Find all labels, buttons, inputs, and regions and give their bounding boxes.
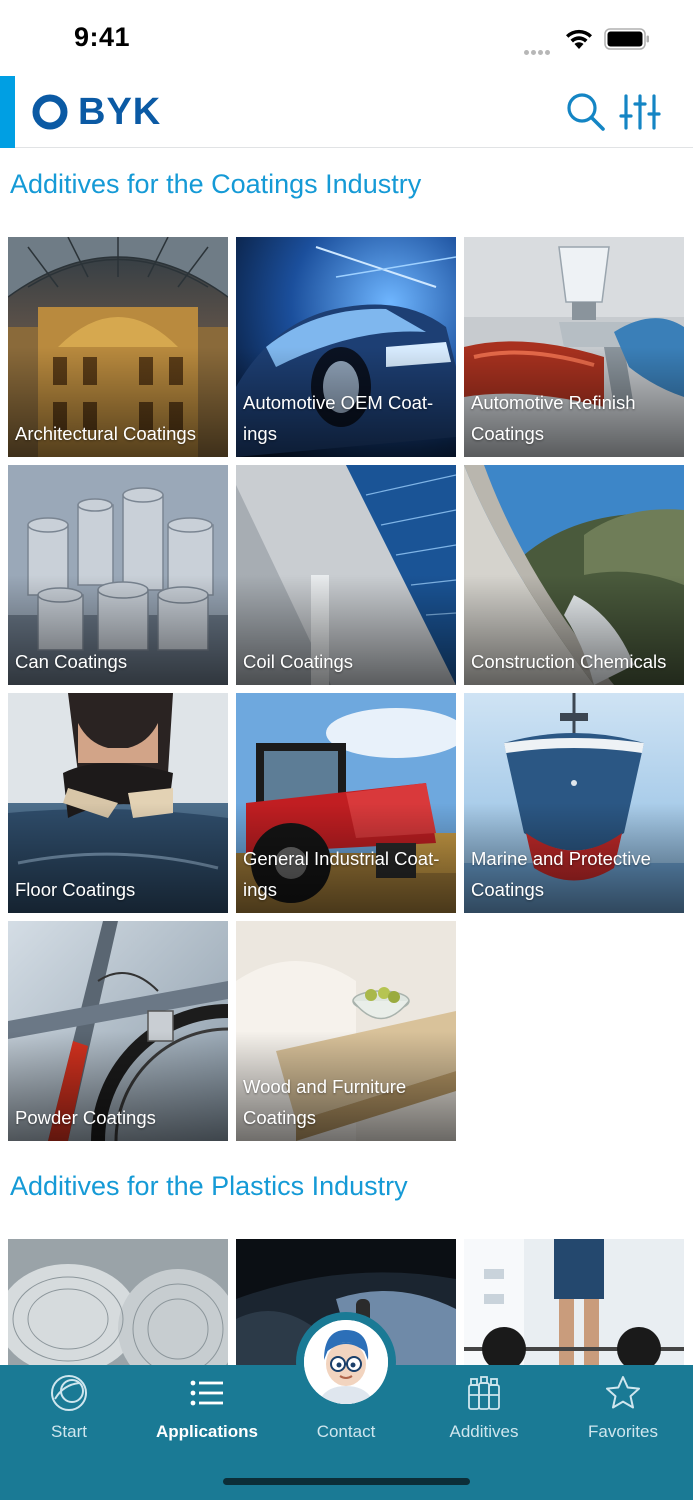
search-button[interactable] [564,90,608,134]
tab-start[interactable]: Start [0,1365,138,1465]
tile-label: Coil Coatings [243,651,354,672]
section-title-coatings: Additives for the Coatings Industry [10,169,422,199]
tile-label: Marine and Protective Coatings [471,848,651,900]
tab-label: Applications [155,1422,258,1441]
tile-architectural-coatings[interactable]: Architectural Coatings [8,237,228,457]
tile-construction-chemicals[interactable]: Construction Chemicals [464,465,684,685]
byk-logo[interactable]: BYK [24,90,162,133]
tab-label: Contact [316,1422,376,1441]
tile-plastics-sports[interactable] [464,1239,684,1365]
battery-icon [604,28,649,50]
tab-favorites[interactable]: Favorites [554,1365,692,1465]
tab-label: Start [51,1422,87,1441]
filter-sliders-icon [619,94,661,130]
tab-label: Additives [449,1422,519,1441]
tile-label: Automotive Refinish Coatings [471,392,636,444]
logo-mark-icon [25,94,68,130]
tile-marine-protective-coatings[interactable]: Marine and Protective Coatings [464,693,684,913]
logo-text: BYK [78,90,162,133]
tile-label: Wood and Furniture Coatings [243,1076,407,1128]
tile-automotive-refinish-coatings[interactable]: Automotive Refinish Coatings [464,237,684,457]
tile-wood-furniture-coatings[interactable]: Wood and Furniture Coatings [236,921,456,1141]
star-icon [606,1376,640,1409]
tab-label: Favorites [588,1422,658,1441]
status-time: 9:41 [74,22,131,52]
tile-general-industrial-coatings[interactable]: General Industrial Coat-ings [236,693,456,913]
tile-label: Architectural Coatings [15,423,196,444]
tile-floor-coatings[interactable]: Floor Coatings [8,693,228,913]
start-icon [51,1375,87,1411]
tile-label: Construction Chemicals [471,651,667,672]
header-accent-bar [0,76,15,148]
home-indicator [223,1478,470,1485]
search-icon [567,93,605,131]
status-bar: 9:41 [0,0,693,76]
filter-button[interactable] [618,90,662,134]
list-icon [190,1380,223,1406]
tile-coil-coatings[interactable]: Coil Coatings [236,465,456,685]
tile-label: Can Coatings [15,651,128,672]
tab-additives[interactable]: Additives [415,1365,553,1465]
tile-label: Automotive OEM Coat-ings [243,392,434,444]
tile-label: Powder Coatings [15,1107,156,1128]
avatar-icon [304,1320,388,1404]
tile-powder-coatings[interactable]: Powder Coatings [8,921,228,1141]
fiber-spools-image-icon [8,1239,228,1365]
section-title-plastics: Additives for the Plastics Industry [10,1171,408,1201]
wifi-icon [566,29,592,49]
gym-image-icon [464,1239,684,1365]
app-header: BYK [0,76,693,148]
tab-applications[interactable]: Applications [138,1365,276,1465]
bottles-icon [468,1376,500,1410]
signal-icon [524,42,558,55]
tile-plastics-fibers[interactable] [8,1239,228,1365]
tile-label: General Industrial Coat-ings [243,848,440,900]
tile-can-coatings[interactable]: Can Coatings [8,465,228,685]
tile-automotive-oem-coatings[interactable]: Automotive OEM Coat-ings [236,237,456,457]
tile-label: Floor Coatings [15,879,136,900]
contact-avatar[interactable] [304,1320,388,1404]
